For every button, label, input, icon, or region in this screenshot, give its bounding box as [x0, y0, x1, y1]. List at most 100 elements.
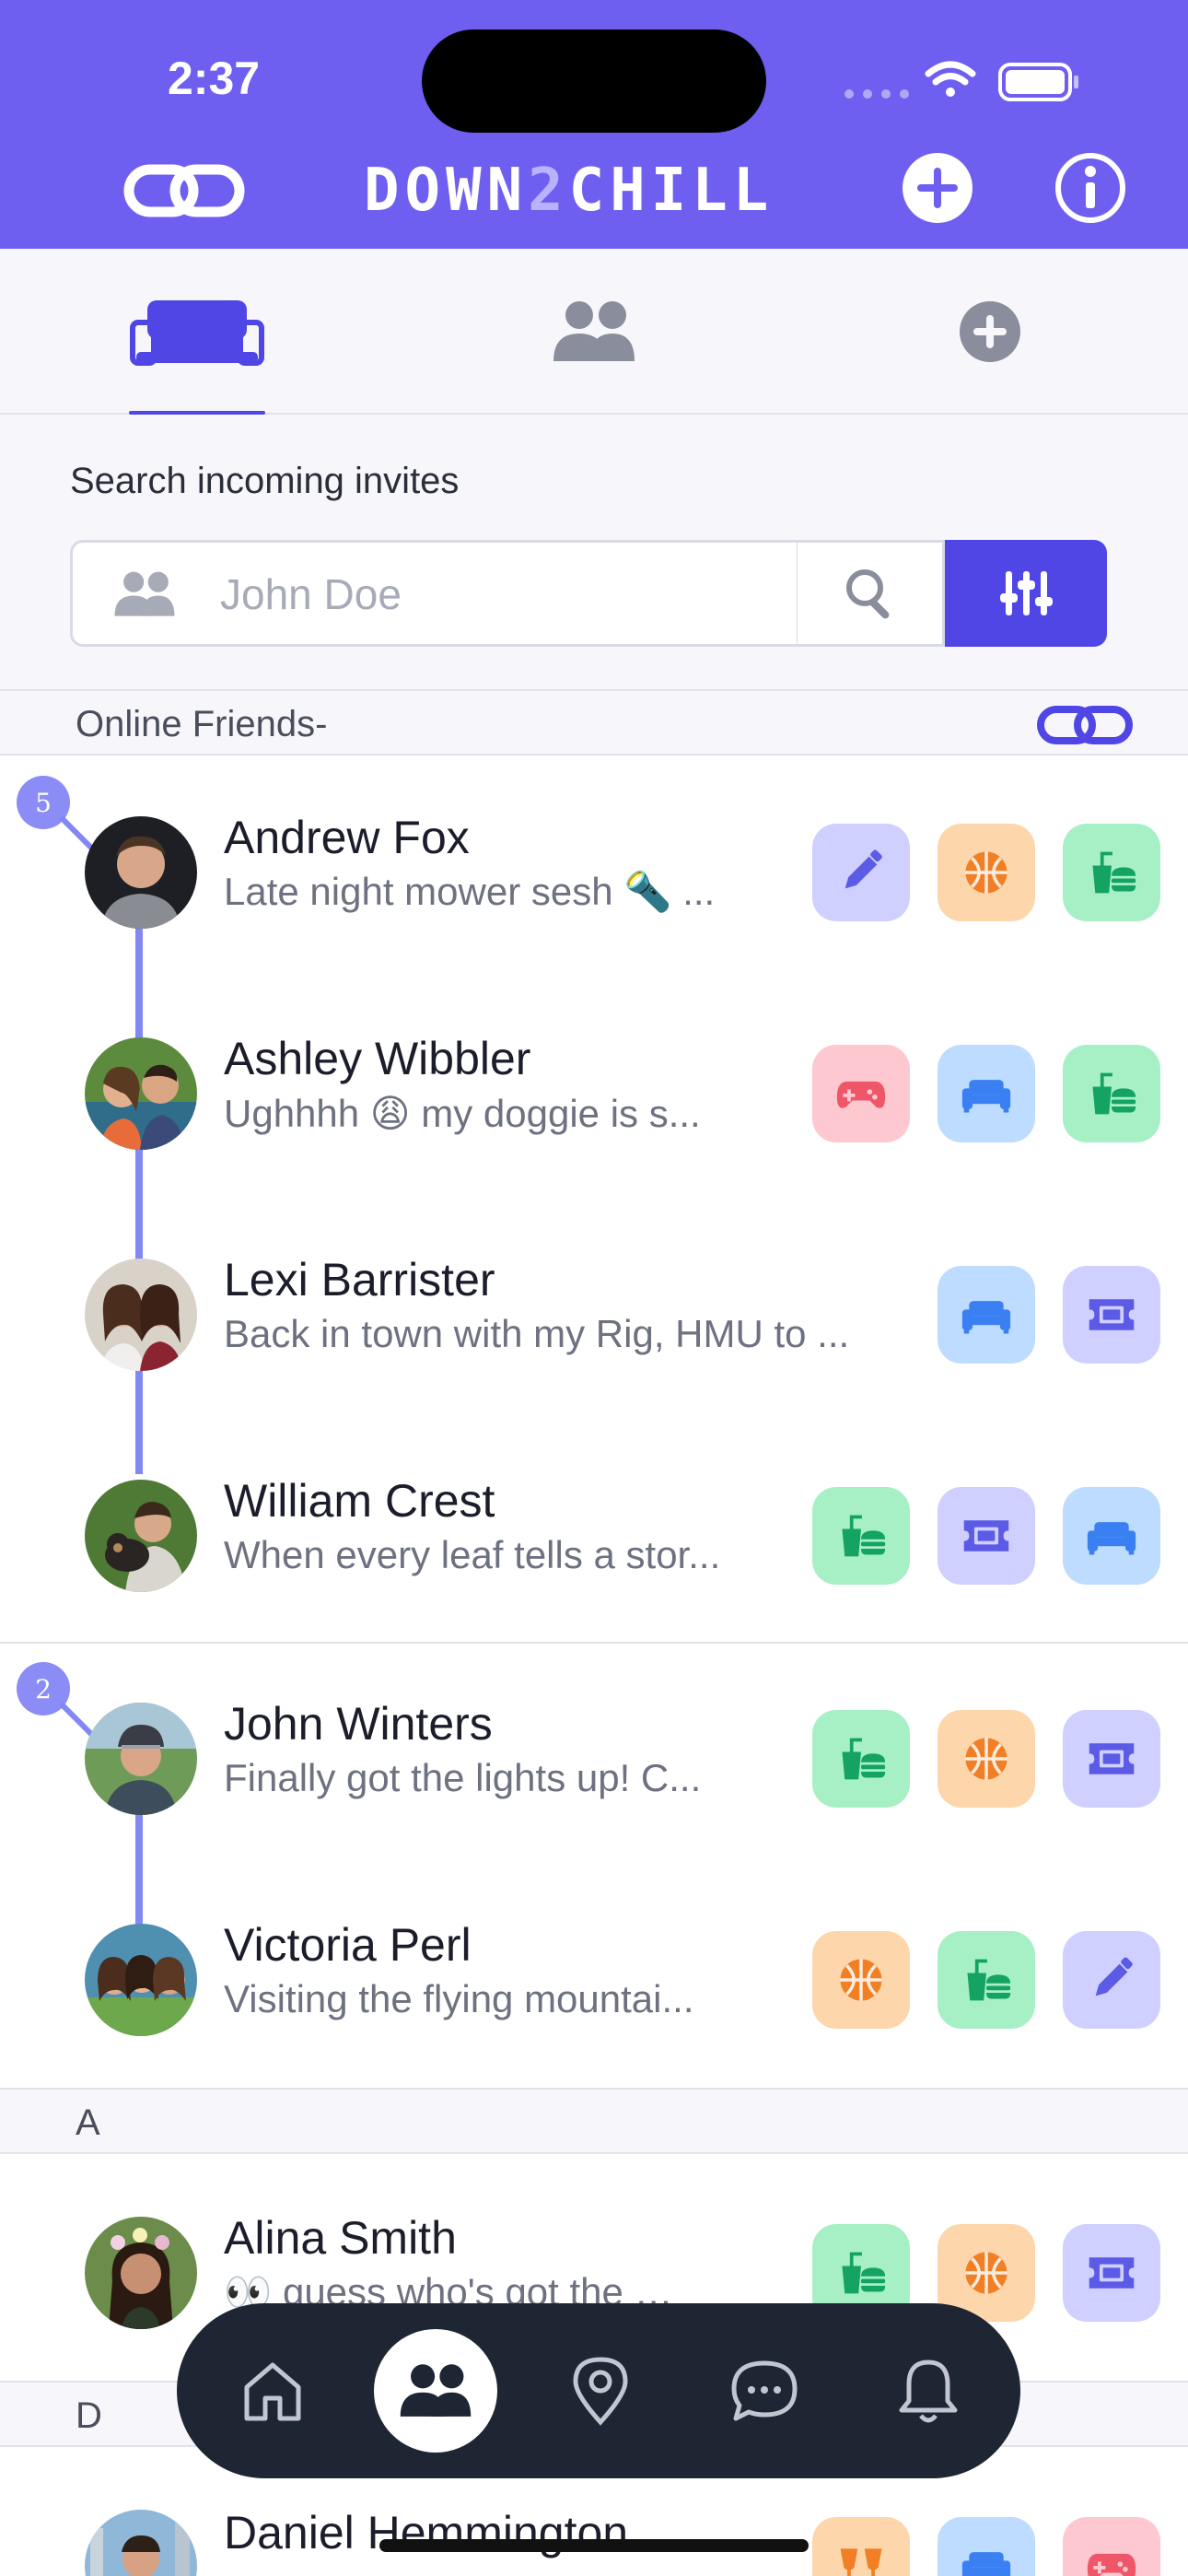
friend-status: When every leaf tells a stor...	[224, 1533, 721, 1576]
food-icon	[835, 1733, 887, 1785]
action-ticket-button[interactable]	[938, 1487, 1035, 1585]
basketball-icon	[962, 2249, 1010, 2297]
action-ticket-button[interactable]	[1063, 1710, 1160, 1808]
home-indicator	[379, 2539, 809, 2552]
ticket-icon	[1086, 2247, 1137, 2299]
pencil-icon	[1088, 1956, 1136, 2004]
wifi-icon	[925, 61, 976, 97]
tab-hangouts[interactable]	[105, 286, 289, 378]
app-logo: DOWN2CHILL	[364, 157, 775, 225]
action-pencil-button[interactable]	[1063, 1931, 1160, 2029]
status-icons	[838, 53, 1087, 109]
avatar	[85, 1037, 197, 1150]
friend-name: Ashley Wibbler	[224, 1033, 531, 1084]
dynamic-island	[422, 29, 766, 133]
action-basketball-button[interactable]	[938, 824, 1035, 921]
action-food-button[interactable]	[1063, 824, 1160, 921]
friend-name: William Crest	[224, 1475, 495, 1527]
battery-icon	[998, 63, 1078, 101]
section-header-a: A	[0, 2088, 1188, 2154]
action-gamepad-button[interactable]	[812, 1045, 910, 1142]
avatar	[85, 1703, 197, 1815]
friend-row[interactable]: Andrew Fox Late night mower sesh 🔦 ...	[0, 767, 1188, 969]
action-cheers-button[interactable]	[812, 2517, 910, 2576]
action-food-button[interactable]	[812, 1487, 910, 1585]
group-divider	[0, 1642, 1188, 1644]
gamepad-icon	[835, 1068, 887, 1119]
home-icon	[244, 2362, 301, 2421]
avatar	[85, 1924, 197, 2036]
sliders-icon	[1000, 571, 1053, 615]
nav-messages[interactable]	[709, 2336, 820, 2446]
section-title: Online Friends-	[76, 704, 328, 744]
friend-row[interactable]: John Winters Finally got the lights up! …	[0, 1653, 1188, 1856]
link-icon[interactable]	[123, 158, 245, 225]
tab-friends[interactable]	[502, 286, 686, 378]
action-food-button[interactable]	[812, 1710, 910, 1808]
status-time: 2:37	[168, 53, 261, 104]
friend-row[interactable]: Ashley Wibbler Ughhhh 😩 my doggie is s..…	[0, 988, 1188, 1190]
couch-icon	[961, 1068, 1012, 1119]
avatar	[85, 1259, 197, 1371]
nav-home[interactable]	[217, 2336, 328, 2446]
action-pencil-button[interactable]	[812, 824, 910, 921]
section-letter: A	[76, 2102, 100, 2143]
tab-add[interactable]	[898, 286, 1082, 378]
friend-row[interactable]: Lexi Barrister Back in town with my Rig,…	[0, 1209, 1188, 1411]
gamepad-icon	[1086, 2540, 1137, 2576]
action-ticket-button[interactable]	[1063, 2224, 1160, 2322]
section-letter: D	[76, 2395, 102, 2436]
food-icon	[961, 1954, 1012, 2006]
food-icon	[835, 2247, 887, 2299]
search-area: Search incoming invites	[0, 415, 1188, 691]
action-couch-button[interactable]	[938, 1266, 1035, 1364]
action-basketball-button[interactable]	[812, 1931, 910, 2029]
friend-name: Victoria Perl	[224, 1919, 472, 1971]
ticket-icon	[1086, 1289, 1137, 1341]
action-food-button[interactable]	[938, 1931, 1035, 2029]
location-pin-icon	[573, 2357, 628, 2426]
nav-notifications[interactable]	[873, 2336, 984, 2446]
nav-friends[interactable]	[374, 2329, 497, 2453]
action-gamepad-button[interactable]	[1063, 2517, 1160, 2576]
info-icon[interactable]	[1054, 151, 1127, 225]
cheers-icon	[835, 2540, 887, 2576]
couch-icon	[1086, 1510, 1137, 1562]
link-icon	[1037, 706, 1133, 744]
search-button[interactable]	[798, 540, 945, 647]
avatar	[85, 816, 197, 929]
couch-icon	[961, 1289, 1012, 1341]
basketball-icon	[962, 849, 1010, 896]
couch-icon	[961, 2540, 1012, 2576]
friend-row[interactable]: Daniel Hemmington	[0, 2462, 1188, 2576]
avatar	[85, 2217, 197, 2329]
action-ticket-button[interactable]	[1063, 1266, 1160, 1364]
action-basketball-button[interactable]	[938, 1710, 1035, 1808]
bottom-nav	[177, 2303, 1020, 2478]
food-icon	[1086, 847, 1137, 898]
friend-name: Andrew Fox	[224, 812, 470, 863]
action-couch-button[interactable]	[938, 1045, 1035, 1142]
avatar	[85, 1480, 197, 1592]
people-icon	[114, 571, 175, 616]
friend-row[interactable]: Victoria Perl Visiting the flying mounta…	[0, 1874, 1188, 2077]
friend-row[interactable]: William Crest When every leaf tells a st…	[0, 1430, 1188, 1633]
action-food-button[interactable]	[1063, 1045, 1160, 1142]
friend-status: Visiting the flying mountai...	[224, 1977, 694, 2020]
plus-circle-icon[interactable]	[901, 151, 974, 225]
ticket-icon	[961, 1510, 1012, 1562]
food-icon	[1086, 1068, 1137, 1119]
top-bar: 2:37 DOWN2CHILL	[0, 0, 1188, 249]
friend-name: John Winters	[224, 1698, 493, 1750]
chat-icon	[731, 2360, 798, 2421]
nav-map[interactable]	[545, 2336, 656, 2446]
action-couch-button[interactable]	[1063, 1487, 1160, 1585]
friend-status: Back in town with my Rig, HMU to ...	[224, 1312, 850, 1355]
people-icon	[553, 301, 635, 361]
filter-button[interactable]	[945, 540, 1107, 647]
people-icon	[400, 2364, 472, 2417]
search-input[interactable]	[220, 565, 773, 624]
ticket-icon	[1086, 1733, 1137, 1785]
search-label: Search incoming invites	[70, 461, 460, 501]
action-couch-button[interactable]	[938, 2517, 1035, 2576]
